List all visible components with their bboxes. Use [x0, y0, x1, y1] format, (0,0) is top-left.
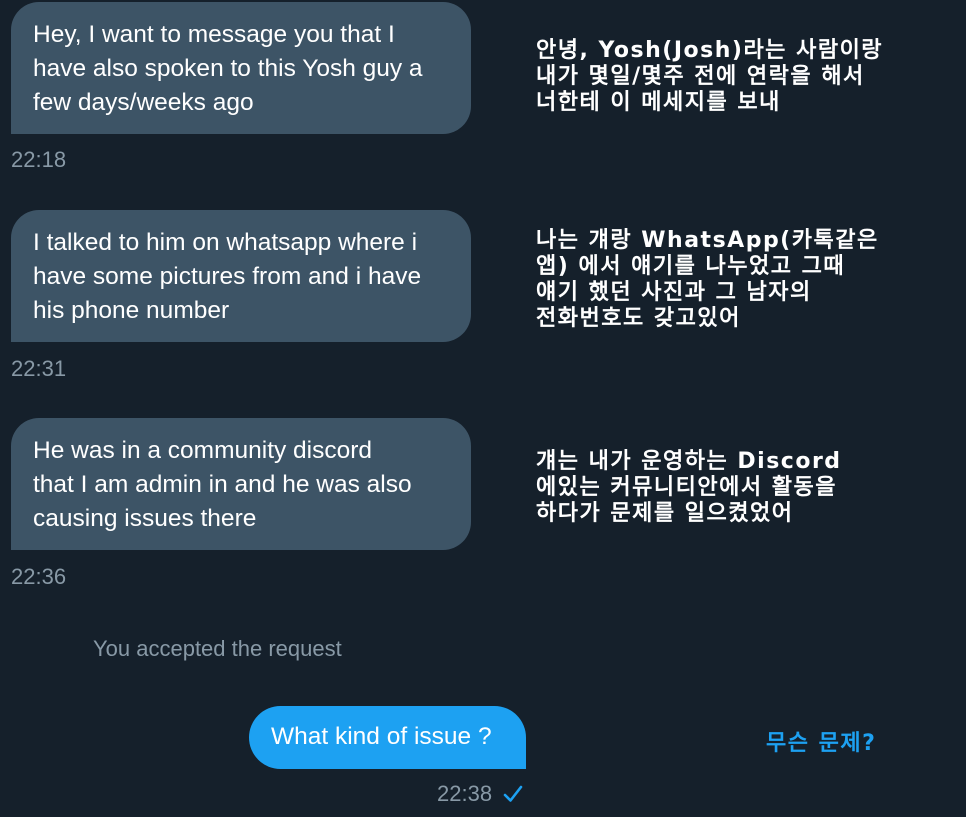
message-timestamp-2: 22:31	[11, 356, 67, 381]
received-message-bubble-2[interactable]: I talked to him on whatsapp where i have…	[11, 210, 471, 342]
checkmark-icon	[502, 783, 524, 805]
message-timestamp-3: 22:36	[11, 564, 67, 589]
sent-message-bubble[interactable]: What kind of issue ?	[249, 706, 526, 769]
translation-note-3: 걔는 내가 운영하는 Discord 에있는 커뮤니티안에서 활동을 하다가 문…	[536, 449, 842, 526]
received-message-bubble-3[interactable]: He was in a community discord that I am …	[11, 418, 471, 550]
system-message: You accepted the request	[93, 636, 342, 661]
received-message-bubble-1[interactable]: Hey, I want to message you that I have a…	[11, 2, 471, 134]
sent-message-timestamp: 22:38	[437, 781, 493, 806]
translation-note-1: 안녕, Yosh(Josh)라는 사람이랑 내가 몇일/몇주 전에 연락을 해서…	[536, 38, 884, 115]
translation-note-sent: 무슨 문제?	[766, 731, 877, 756]
message-timestamp-1: 22:18	[11, 147, 67, 172]
translation-note-2: 나는 걔랑 WhatsApp(카톡같은 앱) 에서 얘기를 나누었고 그때 얘기…	[536, 228, 879, 331]
